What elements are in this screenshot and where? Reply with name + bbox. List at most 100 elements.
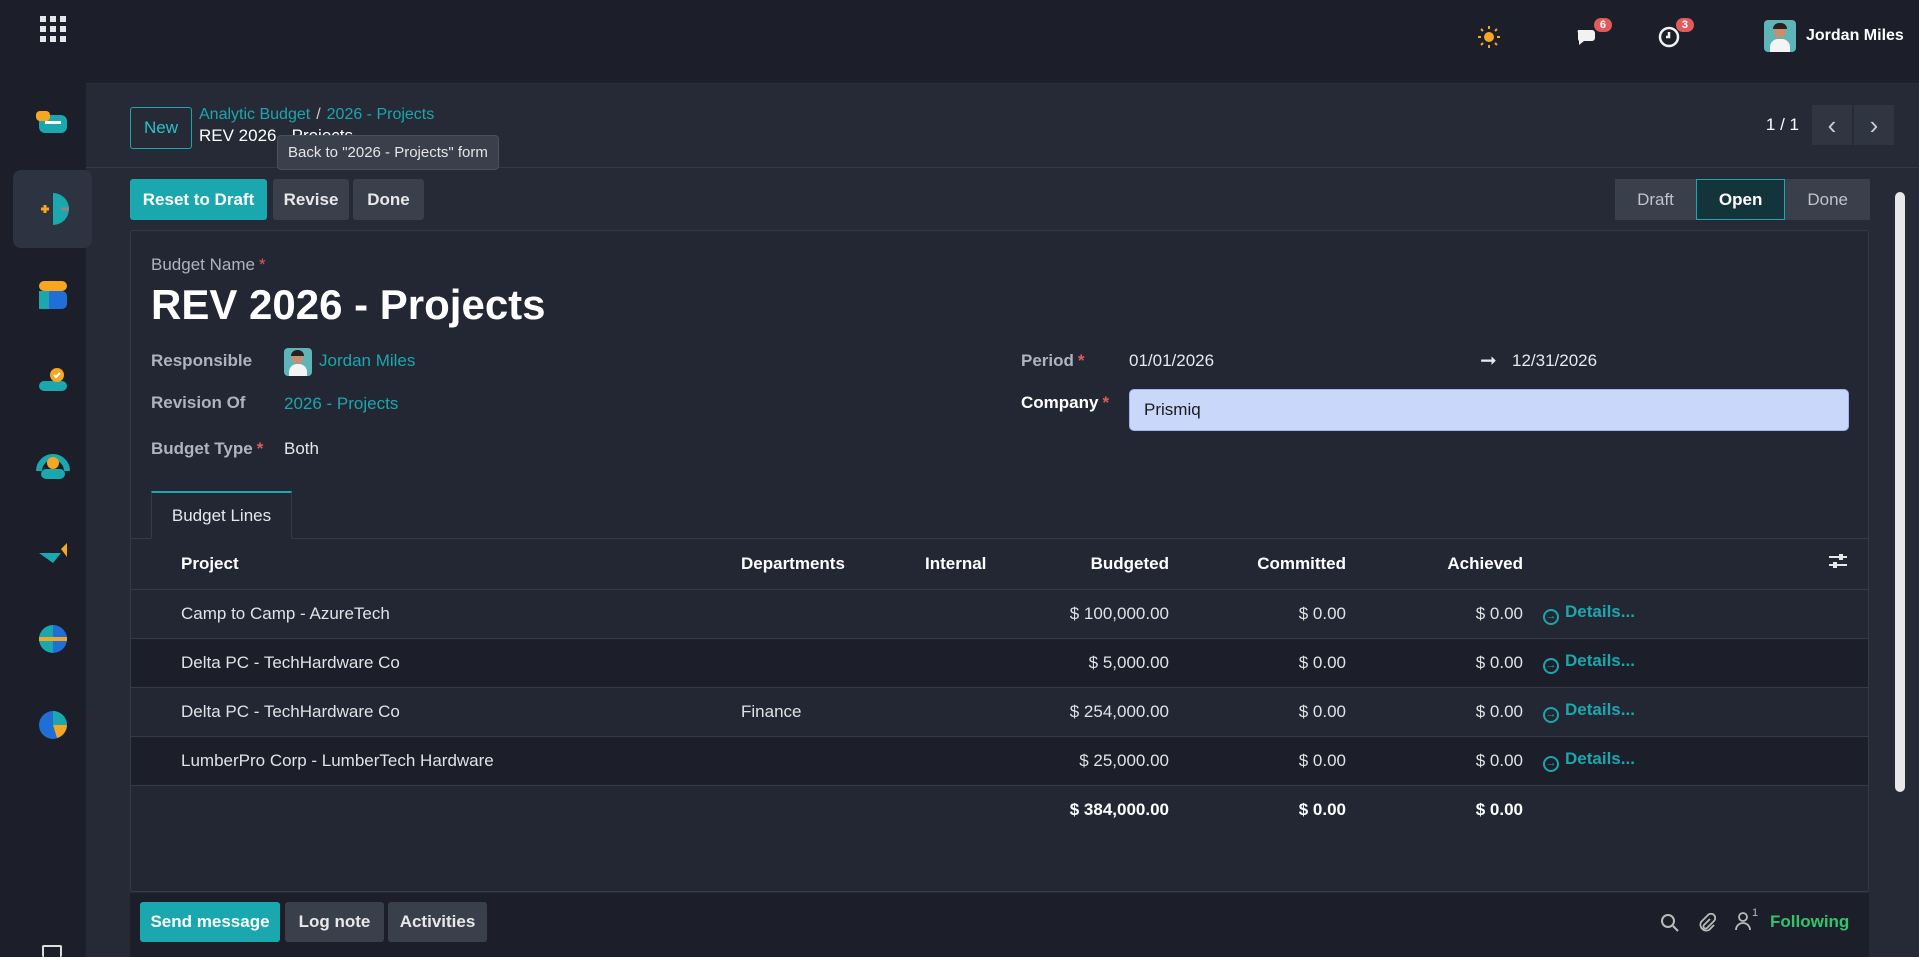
company-input[interactable]: Prismiq xyxy=(1129,389,1849,431)
details-button[interactable]: → Details... xyxy=(1523,687,1868,737)
avatar xyxy=(1764,20,1796,52)
table-row[interactable]: Camp to Camp - AzureTech $ 100,000.00 $ … xyxy=(131,589,1868,639)
cell-project: Delta PC - TechHardware Co xyxy=(181,687,741,737)
app-helpdesk-icon[interactable] xyxy=(13,428,92,506)
app-reporting-icon[interactable] xyxy=(13,686,92,764)
cell-budgeted: $ 254,000.00 xyxy=(1055,687,1169,737)
followers-icon[interactable]: 1 xyxy=(1734,907,1758,936)
app-employees-icon[interactable] xyxy=(13,342,92,420)
table-row[interactable]: Delta PC - TechHardware Co Finance $ 254… xyxy=(131,687,1868,737)
cell-departments xyxy=(741,589,925,639)
details-button[interactable]: → Details... xyxy=(1523,736,1868,786)
scrollbar[interactable] xyxy=(1893,172,1907,812)
top-navbar: 6 3 Jordan Miles xyxy=(86,0,1919,84)
cell-achieved: $ 0.00 xyxy=(1346,687,1523,737)
revision-of-label: Revision Of xyxy=(151,393,246,412)
optional-columns-icon[interactable] xyxy=(1523,539,1868,590)
responsible-link[interactable]: Jordan Miles xyxy=(319,351,415,371)
pager-previous-button[interactable]: ‹ xyxy=(1812,105,1852,145)
chatter-bar: Send message Log note Activities 1 Follo… xyxy=(130,893,1869,957)
log-note-button[interactable]: Log note xyxy=(285,902,384,942)
app-rail xyxy=(0,0,92,957)
arrow-circle-icon: → xyxy=(1543,756,1559,772)
cell-achieved: $ 0.00 xyxy=(1346,589,1523,639)
responsible-label: Responsible xyxy=(151,351,253,370)
table-row[interactable]: Delta PC - TechHardware Co $ 5,000.00 $ … xyxy=(131,638,1868,688)
breadcrumb-tooltip: Back to "2026 - Projects" form xyxy=(277,135,499,170)
cell-committed: $ 0.00 xyxy=(1169,589,1346,639)
user-name: Jordan Miles xyxy=(1806,27,1904,44)
paperclip-icon[interactable] xyxy=(1696,912,1717,938)
breadcrumb-analytic-budget[interactable]: Analytic Budget xyxy=(199,106,310,123)
period-start-field[interactable]: 01/01/2026 xyxy=(1129,351,1214,371)
arrow-right-icon: ➞ xyxy=(1480,350,1497,372)
cell-budgeted: $ 5,000.00 xyxy=(1055,638,1169,688)
arrow-circle-icon: → xyxy=(1543,707,1559,723)
budget-type-field[interactable]: Both xyxy=(284,439,319,459)
apps-menu-icon[interactable] xyxy=(40,16,66,42)
pager-next-button[interactable]: › xyxy=(1854,105,1894,145)
revise-button[interactable]: Revise xyxy=(273,179,349,220)
pager-value[interactable]: 1 / 1 xyxy=(1766,115,1799,135)
arrow-circle-icon: → xyxy=(1543,609,1559,625)
cell-internal xyxy=(925,589,1055,639)
column-achieved[interactable]: Achieved xyxy=(1346,539,1523,590)
sidebar-toggle-icon[interactable] xyxy=(42,945,62,957)
form-sheet: Budget Name * REV 2026 - Projects Respons… xyxy=(130,230,1869,892)
activities-button[interactable]: Activities xyxy=(388,902,487,942)
messages-count-badge: 6 xyxy=(1593,18,1612,32)
cell-internal xyxy=(925,736,1055,786)
control-panel: New Analytic Budget/2026 - Projects REV … xyxy=(86,84,1919,170)
cell-budgeted: $ 25,000.00 xyxy=(1055,736,1169,786)
cell-committed: $ 0.00 xyxy=(1169,736,1346,786)
budget-name-label: Budget Name * xyxy=(151,255,266,274)
app-inventory-icon[interactable] xyxy=(13,514,92,592)
tab-budget-lines[interactable]: Budget Lines xyxy=(151,491,292,539)
reset-to-draft-button[interactable]: Reset to Draft xyxy=(130,179,267,220)
column-departments[interactable]: Departments xyxy=(741,539,925,590)
details-button[interactable]: → Details... xyxy=(1523,589,1868,639)
send-message-button[interactable]: Send message xyxy=(140,902,280,942)
following-button[interactable]: Following xyxy=(1770,912,1849,932)
cell-achieved: $ 0.00 xyxy=(1346,736,1523,786)
cell-committed: $ 0.00 xyxy=(1169,687,1346,737)
cell-project: Delta PC - TechHardware Co xyxy=(181,638,741,688)
stage-draft[interactable]: Draft xyxy=(1615,179,1696,220)
cell-project: LumberPro Corp - LumberTech Hardware xyxy=(181,736,741,786)
app-discuss-icon[interactable] xyxy=(13,84,92,162)
activities-clock-icon[interactable]: 3 xyxy=(1654,18,1694,52)
table-row[interactable]: LumberPro Corp - LumberTech Hardware $ 2… xyxy=(131,736,1868,786)
search-icon[interactable] xyxy=(1660,913,1680,938)
messages-icon[interactable]: 6 xyxy=(1572,18,1612,52)
arrow-circle-icon: → xyxy=(1543,658,1559,674)
total-committed: $ 0.00 xyxy=(1298,799,1346,819)
cell-internal xyxy=(925,687,1055,737)
budget-lines-table: Project Departments Internal Budgeted Co… xyxy=(131,539,1868,834)
budget-name-field[interactable]: REV 2026 - Projects xyxy=(151,281,546,329)
app-planning-icon[interactable] xyxy=(13,256,92,334)
period-end-field[interactable]: 12/31/2026 xyxy=(1512,351,1597,371)
theme-sun-icon[interactable] xyxy=(1474,22,1504,52)
breadcrumb-separator: / xyxy=(316,106,321,123)
cell-budgeted: $ 100,000.00 xyxy=(1055,589,1169,639)
revision-of-link[interactable]: 2026 - Projects xyxy=(284,394,398,414)
cell-internal xyxy=(925,638,1055,688)
breadcrumb-parent[interactable]: 2026 - Projects xyxy=(327,106,435,123)
new-button[interactable]: New xyxy=(130,107,192,149)
followers-count: 1 xyxy=(1752,907,1759,919)
app-documents-icon[interactable] xyxy=(13,600,92,678)
app-accounting-icon[interactable] xyxy=(13,170,92,248)
cell-departments xyxy=(741,638,925,688)
column-budgeted[interactable]: Budgeted xyxy=(1055,539,1169,590)
stage-done[interactable]: Done xyxy=(1785,179,1870,220)
total-achieved: $ 0.00 xyxy=(1475,799,1523,819)
cell-committed: $ 0.00 xyxy=(1169,638,1346,688)
done-button[interactable]: Done xyxy=(353,179,424,220)
column-internal[interactable]: Internal xyxy=(925,539,1055,590)
column-committed[interactable]: Committed xyxy=(1169,539,1346,590)
user-menu[interactable]: Jordan Miles xyxy=(1764,20,1904,52)
column-project[interactable]: Project xyxy=(181,539,741,590)
stage-open[interactable]: Open xyxy=(1695,179,1786,220)
status-bar: Draft Open Done xyxy=(1615,179,1870,220)
details-button[interactable]: → Details... xyxy=(1523,638,1868,688)
